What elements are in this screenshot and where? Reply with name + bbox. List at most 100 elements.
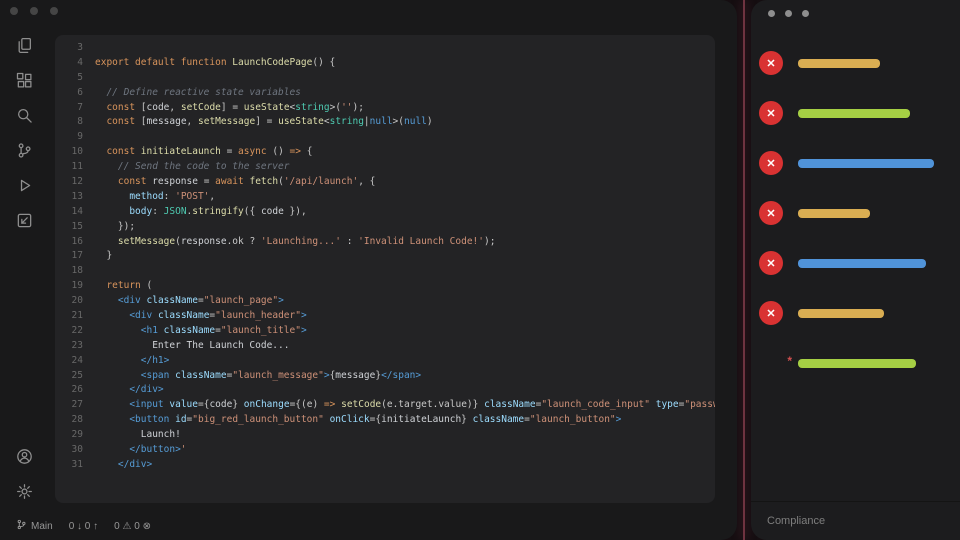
compliance-window: ✕✕✕✕✕✕* Compliance xyxy=(751,0,960,540)
line-number: 14 xyxy=(55,205,83,220)
compliance-row: ✕ xyxy=(759,201,960,225)
code-line[interactable]: 28<button id="big_red_launch_button" onC… xyxy=(55,413,715,428)
line-number: 4 xyxy=(55,56,83,71)
line-number: 11 xyxy=(55,160,83,175)
code-text: Enter The Launch Code... xyxy=(95,339,289,354)
code-line[interactable]: 7const [code, setCode] = useState<string… xyxy=(55,101,715,116)
code-line[interactable]: 11// Send the code to the server xyxy=(55,160,715,175)
code-line[interactable]: 8const [message, setMessage] = useState<… xyxy=(55,115,715,130)
redacted-text-bar xyxy=(798,109,910,118)
code-line[interactable]: 9 xyxy=(55,130,715,145)
redacted-text-bar xyxy=(798,209,870,218)
code-line[interactable]: 21<div className="launch_header"> xyxy=(55,309,715,324)
branch-indicator[interactable]: Main xyxy=(16,519,53,533)
code-line[interactable]: 18 xyxy=(55,264,715,279)
code-line[interactable]: 31</div> xyxy=(55,458,715,473)
status-slot: ✕ xyxy=(759,251,783,275)
fail-x-icon[interactable]: ✕ xyxy=(759,301,783,325)
sync-counts: 0 ↓ 0 ↑ xyxy=(69,521,98,532)
code-line[interactable]: 15}); xyxy=(55,220,715,235)
fail-x-icon[interactable]: ✕ xyxy=(759,51,783,75)
status-slot: * xyxy=(759,351,783,375)
code-text: <input value={code} onChange={(e) => set… xyxy=(95,398,715,413)
code-text: <h1 className="launch_title"> xyxy=(95,324,307,339)
source-control-icon[interactable] xyxy=(11,137,37,163)
window-seam xyxy=(743,0,745,540)
line-number: 27 xyxy=(55,398,83,413)
code-line[interactable]: 30 </button>' xyxy=(55,443,715,458)
code-editor: 34 export default function LaunchCodePage… xyxy=(55,35,715,503)
compliance-row: ✕ xyxy=(759,151,960,175)
window-control-dot-3[interactable] xyxy=(50,7,58,15)
fail-x-icon[interactable]: ✕ xyxy=(759,101,783,125)
code-line[interactable]: 3 xyxy=(55,41,715,56)
code-line[interactable]: 6// Define reactive state variables xyxy=(55,86,715,101)
fail-x-icon[interactable]: ✕ xyxy=(759,251,783,275)
line-number: 30 xyxy=(55,443,83,458)
line-number: 15 xyxy=(55,220,83,235)
window-control-dot-1[interactable] xyxy=(768,10,775,17)
desktop: 34 export default function LaunchCodePage… xyxy=(0,0,960,540)
problems-indicator[interactable]: 0 ⚠ 0 ⊗ xyxy=(114,521,151,532)
code-line[interactable]: 20<div className="launch_page"> xyxy=(55,294,715,309)
status-slot: ✕ xyxy=(759,51,783,75)
code-line[interactable]: 26</div> xyxy=(55,383,715,398)
compliance-row: ✕ xyxy=(759,51,960,75)
account-icon[interactable] xyxy=(11,443,37,469)
code-line[interactable]: 25<span className="launch_message">{mess… xyxy=(55,369,715,384)
code-text: <span className="launch_message">{messag… xyxy=(95,369,421,384)
settings-icon[interactable] xyxy=(11,478,37,504)
extensions-icon[interactable] xyxy=(11,67,37,93)
fail-x-icon[interactable]: ✕ xyxy=(759,201,783,225)
line-number: 16 xyxy=(55,235,83,250)
line-number: 5 xyxy=(55,71,83,86)
code-line[interactable]: 17} xyxy=(55,249,715,264)
code-line[interactable]: 10const initiateLaunch = async () => { xyxy=(55,145,715,160)
code-line[interactable]: 22 <h1 className="launch_title"> xyxy=(55,324,715,339)
run-debug-icon[interactable] xyxy=(11,172,37,198)
compliance-window-controls xyxy=(768,10,809,17)
compliance-row: ✕ xyxy=(759,301,960,325)
code-line[interactable]: 16setMessage(response.ok ? 'Launching...… xyxy=(55,235,715,250)
code-text: method: 'POST', xyxy=(95,190,215,205)
status-bar: Main 0 ↓ 0 ↑ 0 ⚠ 0 ⊗ xyxy=(16,519,151,533)
window-control-dot-2[interactable] xyxy=(785,10,792,17)
code-line[interactable]: 29Launch! xyxy=(55,428,715,443)
line-number: 13 xyxy=(55,190,83,205)
code-line[interactable]: 24</h1> xyxy=(55,354,715,369)
files-icon[interactable] xyxy=(11,32,37,58)
code-line[interactable]: 19return ( xyxy=(55,279,715,294)
line-number: 23 xyxy=(55,339,83,354)
code-line[interactable]: 23 Enter The Launch Code... xyxy=(55,339,715,354)
code-text: </div> xyxy=(95,383,164,398)
line-number: 6 xyxy=(55,86,83,101)
compliance-row: * xyxy=(759,351,960,375)
redacted-text-bar xyxy=(798,309,884,318)
code-text: body: JSON.stringify({ code }), xyxy=(95,205,307,220)
status-slot: ✕ xyxy=(759,301,783,325)
code-text: </button>' xyxy=(95,443,187,458)
status-slot: ✕ xyxy=(759,151,783,175)
line-number: 21 xyxy=(55,309,83,324)
code-line[interactable]: 4 export default function LaunchCodePage(… xyxy=(55,56,715,71)
git-branch-icon xyxy=(16,519,27,533)
code-line[interactable]: 5 xyxy=(55,71,715,86)
code-text: export default function LaunchCodePage()… xyxy=(95,56,335,71)
code-text: } xyxy=(95,249,112,264)
window-control-dot-3[interactable] xyxy=(802,10,809,17)
search-icon[interactable] xyxy=(11,102,37,128)
problem-counts: 0 ⚠ 0 ⊗ xyxy=(114,521,151,532)
activity-bar-top xyxy=(0,32,48,233)
code-text: const initiateLaunch = async () => { xyxy=(95,145,312,160)
code-line[interactable]: 12const response = await fetch('/api/lau… xyxy=(55,175,715,190)
sync-indicator[interactable]: 0 ↓ 0 ↑ xyxy=(69,521,98,532)
code-line[interactable]: 14 body: JSON.stringify({ code }), xyxy=(55,205,715,220)
remote-icon[interactable] xyxy=(11,207,37,233)
code-text: }); xyxy=(95,220,135,235)
code-line[interactable]: 13 method: 'POST', xyxy=(55,190,715,205)
fail-x-icon[interactable]: ✕ xyxy=(759,151,783,175)
code-area: 34 export default function LaunchCodePage… xyxy=(55,41,715,473)
line-number: 22 xyxy=(55,324,83,339)
code-line[interactable]: 27 <input value={code} onChange={(e) => s… xyxy=(55,398,715,413)
line-number: 18 xyxy=(55,264,83,279)
